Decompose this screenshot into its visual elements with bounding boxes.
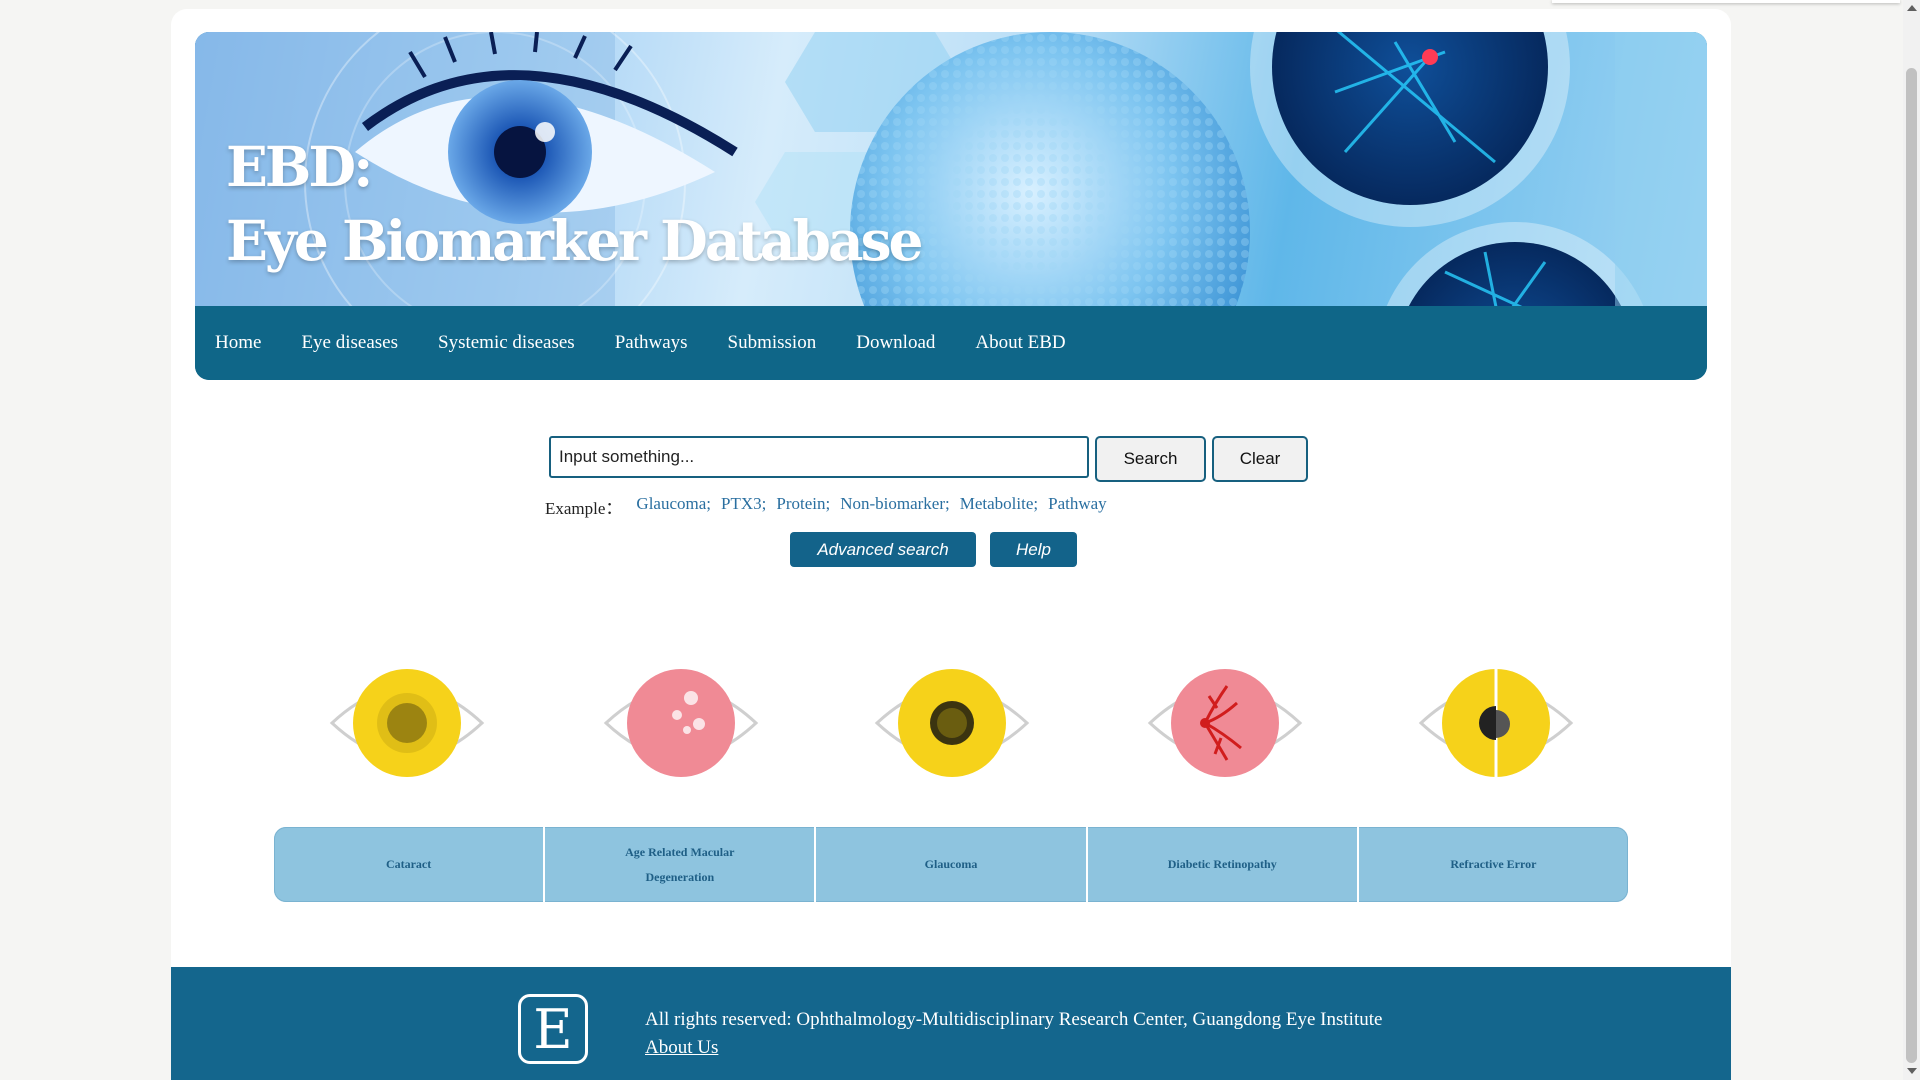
amd-eye-icon[interactable] — [601, 658, 761, 788]
main-navbar: Home Eye diseases Systemic diseases Path… — [195, 306, 1707, 380]
scroll-up-icon[interactable] — [1907, 5, 1917, 11]
footer-logo: E — [518, 994, 588, 1064]
example-link-protein[interactable]: Protein; — [776, 494, 830, 519]
glaucoma-eye-icon[interactable] — [872, 658, 1032, 788]
footer-rights: All rights reserved: Ophthalmology-Multi… — [645, 1009, 1383, 1030]
advanced-search-button[interactable]: Advanced search — [790, 532, 976, 567]
example-link-glaucoma[interactable]: Glaucoma; — [636, 494, 711, 519]
search-bar: Search Clear — [549, 436, 1308, 482]
example-link-non-biomarker[interactable]: Non-biomarker; — [840, 494, 950, 519]
nav-pathways[interactable]: Pathways — [615, 332, 688, 354]
scroll-thumb[interactable] — [1906, 68, 1917, 1063]
disease-cataract[interactable]: Cataract — [274, 827, 546, 902]
scroll-down-icon[interactable] — [1907, 1068, 1917, 1074]
cataract-eye-icon[interactable] — [327, 658, 487, 788]
search-actions: Advanced search Help — [790, 532, 1077, 567]
nav-about-ebd[interactable]: About EBD — [975, 332, 1065, 354]
nav-systemic-diseases[interactable]: Systemic diseases — [438, 332, 575, 354]
example-link-metabolite[interactable]: Metabolite; — [960, 494, 1038, 519]
site-title-line1: EBD: — [226, 134, 373, 199]
refractive-error-eye-icon[interactable] — [1416, 658, 1576, 788]
page-scrollbar[interactable] — [1903, 0, 1920, 1080]
search-button[interactable]: Search — [1095, 436, 1206, 482]
clear-button[interactable]: Clear — [1212, 436, 1308, 482]
footer-about-link[interactable]: About Us — [645, 1037, 718, 1058]
page-container: EBD: Eye Biomarker Database Home Eye dis… — [171, 9, 1731, 1080]
help-button[interactable]: Help — [990, 532, 1077, 567]
disease-diabetic-retinopathy[interactable]: Diabetic Retinopathy — [1088, 827, 1359, 902]
example-link-pathway[interactable]: Pathway — [1048, 494, 1107, 519]
disease-glaucoma[interactable]: Glaucoma — [816, 827, 1088, 902]
popup-edge — [1552, 0, 1900, 3]
disease-refractive-error[interactable]: Refractive Error — [1359, 827, 1628, 902]
nav-submission[interactable]: Submission — [728, 332, 817, 354]
diabetic-retinopathy-eye-icon[interactable] — [1145, 658, 1305, 788]
site-title: EBD: Eye Biomarker Database — [226, 130, 924, 278]
example-label: Example： — [545, 499, 623, 518]
nav-download[interactable]: Download — [856, 332, 935, 354]
disease-amd[interactable]: Age Related Macular Degeneration — [545, 827, 817, 902]
site-title-line2: Eye Biomarker Database — [226, 208, 924, 273]
footer-text: All rights reserved: Ophthalmology-Multi… — [645, 1006, 1382, 1062]
disease-menu: Cataract Age Related Macular Degeneratio… — [274, 827, 1628, 902]
header-banner: EBD: Eye Biomarker Database Home Eye dis… — [195, 32, 1707, 380]
nav-eye-diseases[interactable]: Eye diseases — [301, 332, 398, 354]
nav-home[interactable]: Home — [215, 332, 261, 354]
footer: E All rights reserved: Ophthalmology-Mul… — [171, 967, 1731, 1080]
banner-image: EBD: Eye Biomarker Database — [195, 32, 1707, 306]
search-input[interactable] — [549, 436, 1089, 478]
search-examples: Example： Glaucoma; PTX3; Protein; Non-bi… — [545, 494, 1117, 519]
example-link-ptx3[interactable]: PTX3; — [721, 494, 766, 519]
